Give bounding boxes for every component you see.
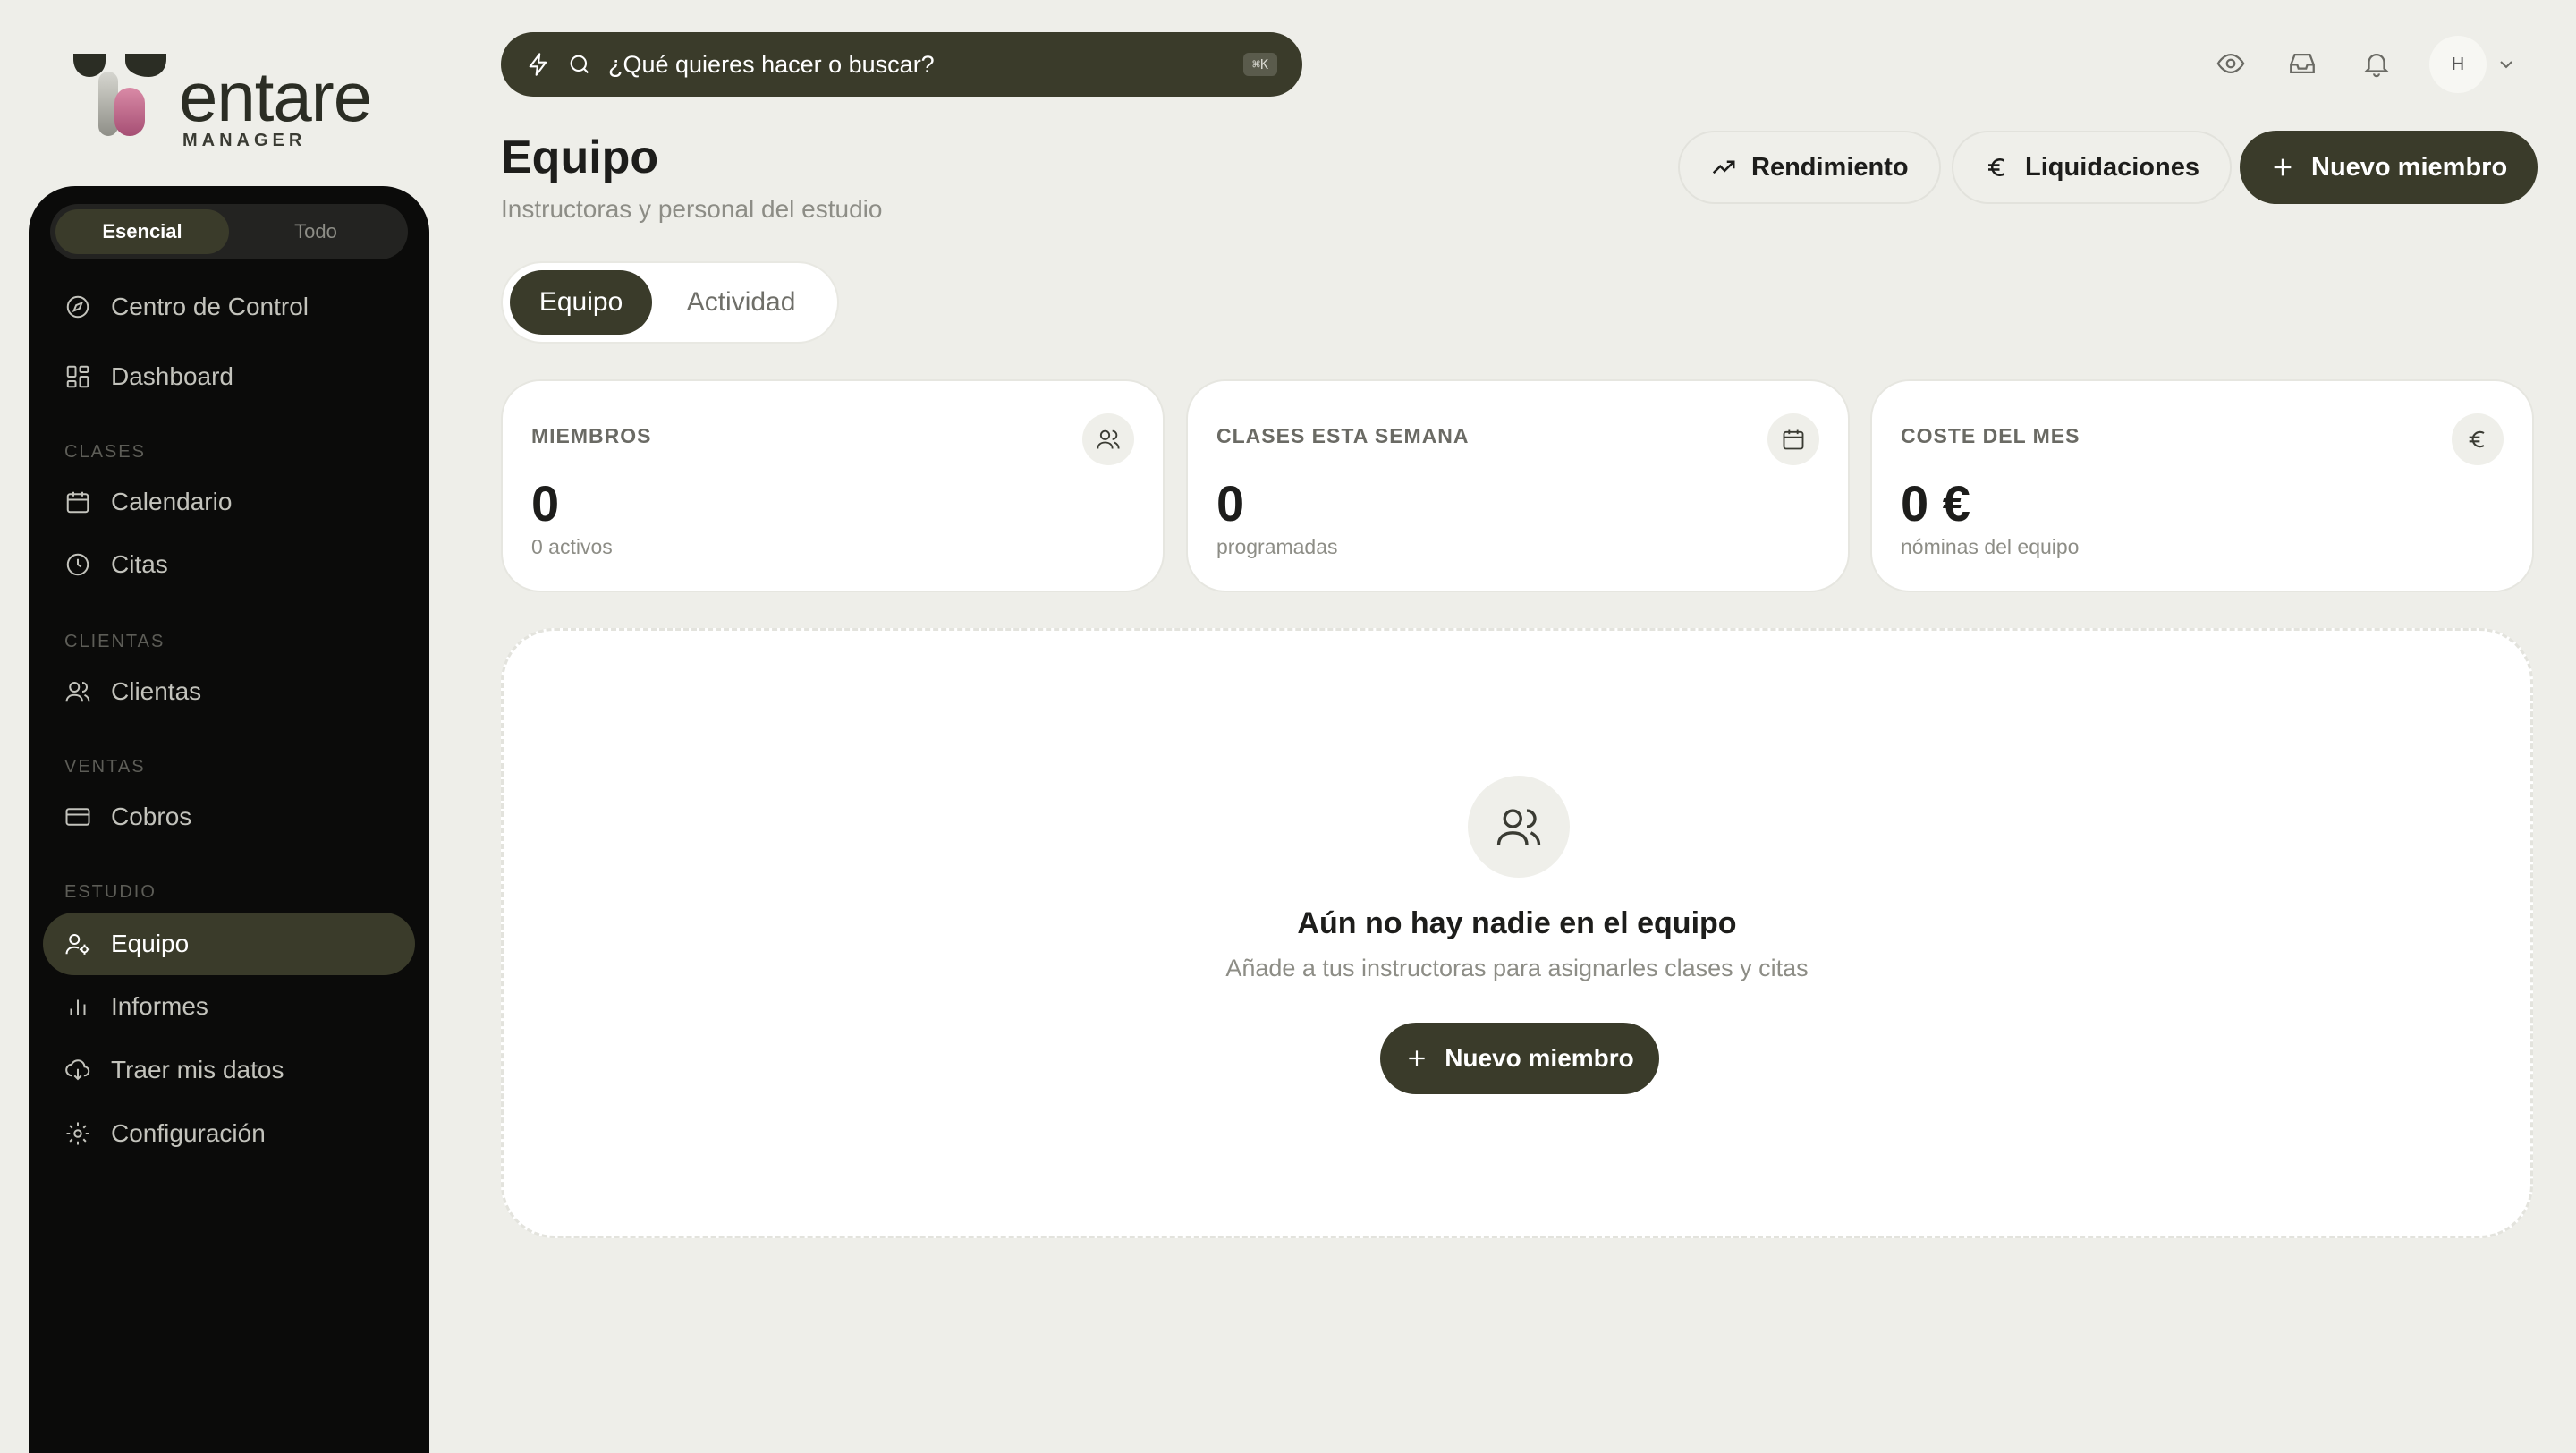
sidebar-item-label: Traer mis datos [111, 1056, 284, 1083]
sidebar-item-configuracion[interactable]: Configuración [43, 1102, 415, 1165]
stat-icon-wrap [1082, 413, 1134, 465]
page-subtitle: Instructoras y personal del estudio [501, 195, 883, 223]
page-title: Equipo [501, 132, 659, 183]
stat-card-members: MIEMBROS 0 0 activos [501, 379, 1165, 592]
calendar-icon [1783, 429, 1804, 450]
empty-button-label: Nuevo miembro [1445, 1044, 1634, 1072]
sidebar-item-label: Informes [111, 992, 208, 1020]
cloud-download-icon [65, 1059, 90, 1081]
stat-card-cost: COSTE DEL MES 0 € nóminas del equipo [1870, 379, 2534, 592]
sidebar-item-calendario[interactable]: Calendario [43, 471, 415, 533]
command-search[interactable]: ¿Qué quieres hacer o buscar? ⌘K [501, 32, 1302, 97]
section-clientas: Clientas [64, 632, 165, 651]
tab-actividad[interactable]: Actividad [652, 270, 830, 335]
stat-value: 0 [531, 475, 560, 531]
performance-button[interactable]: Rendimiento [1678, 131, 1941, 204]
bolt-icon [529, 53, 547, 76]
sidebar-item-label: Centro de Control [111, 293, 309, 320]
users-icon [1496, 809, 1541, 845]
search-icon [570, 55, 589, 74]
eye-icon[interactable] [2216, 48, 2246, 79]
credit-card-icon [65, 808, 90, 826]
calendar-icon [66, 491, 89, 514]
section-estudio: Estudio [64, 882, 157, 902]
bell-icon[interactable] [2361, 48, 2392, 79]
plus-icon [1409, 1050, 1425, 1066]
tab-equipo[interactable]: Equipo [510, 270, 653, 335]
new-member-label: Nuevo miembro [2311, 152, 2508, 182]
performance-label: Rendimiento [1751, 152, 1909, 182]
sidebar-item-centro-de-control[interactable]: Centro de Control [43, 276, 415, 338]
empty-new-member-button[interactable]: Nuevo miembro [1380, 1023, 1659, 1094]
stat-label: COSTE DEL MES [1901, 424, 2080, 447]
search-placeholder: ¿Qué quieres hacer o buscar? [608, 50, 935, 78]
inbox-icon[interactable] [2287, 48, 2318, 79]
section-clases: Clases [64, 442, 146, 462]
tab-bar: Equipo Actividad [501, 261, 839, 344]
shortcut-badge: ⌘K [1242, 53, 1277, 76]
sidebar-item-label: Equipo [111, 930, 190, 957]
stat-value: 0 [1216, 475, 1245, 531]
section-ventas: Ventas [64, 757, 146, 777]
stat-card-classes: CLASES ESTA SEMANA 0 programadas [1186, 379, 1850, 592]
brand-subtitle: MANAGER [182, 131, 307, 150]
users-icon [1097, 429, 1120, 449]
chevron-down-icon[interactable] [2496, 54, 2517, 75]
brand-logo: entare MANAGER [73, 52, 395, 150]
mode-todo[interactable]: Todo [229, 209, 402, 254]
sidebar-item-cobros[interactable]: Cobros [43, 786, 415, 848]
sidebar-item-informes[interactable]: Informes [43, 975, 415, 1038]
sidebar-item-equipo[interactable]: Equipo [43, 913, 415, 975]
sidebar-item-label: Dashboard [111, 362, 233, 390]
sidebar-item-traer-mis-datos[interactable]: Traer mis datos [43, 1039, 415, 1101]
stat-sub: programadas [1216, 535, 1338, 558]
empty-state-title: Aún no hay nadie en el equipo [1297, 906, 1737, 940]
bar-chart-icon [70, 999, 86, 1015]
sidebar-item-citas[interactable]: Citas [43, 533, 415, 596]
stat-icon-wrap [2452, 413, 2504, 465]
sidebar-item-label: Configuración [111, 1119, 266, 1147]
sidebar-item-clientas[interactable]: Clientas [43, 660, 415, 723]
compass-icon [66, 295, 89, 319]
trending-up-icon [1712, 160, 1735, 174]
sidebar-item-label: Citas [111, 550, 168, 578]
users-icon [65, 682, 90, 702]
settlements-label: Liquidaciones [2025, 152, 2199, 182]
user-gear-icon [65, 934, 90, 955]
mode-toggle: Esencial Todo [50, 204, 408, 259]
stat-sub: nóminas del equipo [1901, 535, 2080, 558]
sidebar-item-label: Cobros [111, 803, 192, 830]
empty-state-subtitle: Añade a tus instructoras para asignarles… [1225, 955, 1809, 981]
euro-icon [2469, 430, 2485, 448]
stat-icon-wrap [1767, 413, 1819, 465]
stat-sub: 0 activos [531, 535, 613, 558]
sidebar: Esencial Todo Centro de Control Dashboar… [29, 186, 429, 1453]
sidebar-item-label: Calendario [111, 488, 233, 515]
settlements-button[interactable]: Liquidaciones [1952, 131, 2232, 204]
sidebar-item-dashboard[interactable]: Dashboard [43, 345, 415, 408]
entare-logo-icon [73, 54, 166, 136]
mode-esencial[interactable]: Esencial [55, 209, 229, 254]
empty-state-icon-wrap [1468, 776, 1570, 878]
new-member-button[interactable]: Nuevo miembro [2240, 131, 2538, 204]
sidebar-item-label: Clientas [111, 677, 202, 705]
euro-icon [1988, 158, 2005, 176]
clock-icon [66, 553, 89, 576]
brand-name: entare [179, 57, 372, 136]
plus-icon [2274, 158, 2292, 176]
gear-icon [66, 1122, 89, 1145]
stat-label: MIEMBROS [531, 424, 652, 447]
stat-label: CLASES ESTA SEMANA [1216, 424, 1470, 447]
stat-value: 0 € [1901, 475, 1970, 531]
empty-state-panel: Aún no hay nadie en el equipo Añade a tu… [501, 628, 2533, 1238]
dashboard-icon [66, 365, 89, 388]
avatar[interactable]: H [2429, 36, 2487, 93]
